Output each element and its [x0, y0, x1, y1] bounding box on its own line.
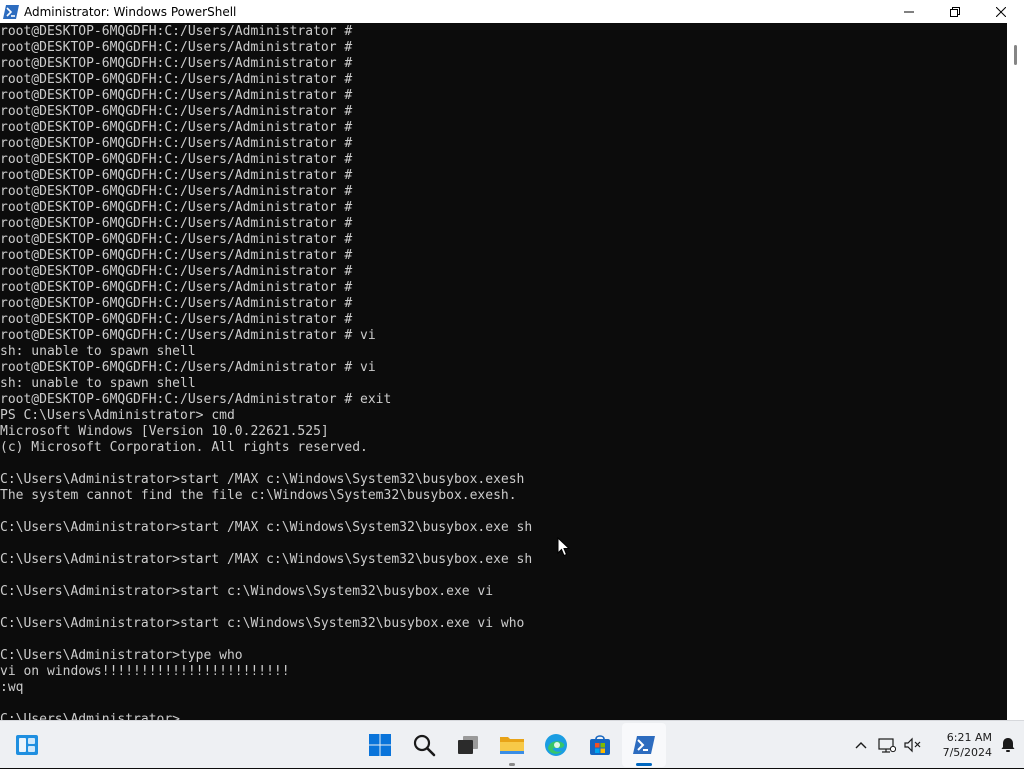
console-line: root@DESKTOP-6MQGDFH:C:/Users/Administra…	[0, 328, 376, 343]
console-line: root@DESKTOP-6MQGDFH:C:/Users/Administra…	[0, 72, 353, 87]
running-indicator	[509, 763, 515, 766]
close-icon	[996, 6, 1006, 17]
search-icon	[412, 733, 436, 757]
notifications-button[interactable]	[992, 730, 1024, 760]
console-line: root@DESKTOP-6MQGDFH:C:/Users/Administra…	[0, 24, 353, 39]
console-line: sh: unable to spawn shell	[0, 376, 196, 391]
console-line: Microsoft Windows [Version 10.0.22621.52…	[0, 424, 329, 439]
console-line: root@DESKTOP-6MQGDFH:C:/Users/Administra…	[0, 88, 353, 103]
taskbar-powershell-button[interactable]	[622, 723, 666, 767]
running-indicator	[636, 763, 652, 766]
console-line: root@DESKTOP-6MQGDFH:C:/Users/Administra…	[0, 40, 353, 55]
console-line: root@DESKTOP-6MQGDFH:C:/Users/Administra…	[0, 168, 353, 183]
console-lines: root@DESKTOP-6MQGDFH:C:/Users/Administra…	[0, 23, 1007, 720]
console-line: C:\Users\Administrator>start c:\Windows\…	[0, 584, 494, 599]
console-line: root@DESKTOP-6MQGDFH:C:/Users/Administra…	[0, 120, 353, 135]
show-hidden-icons-button[interactable]	[848, 730, 874, 760]
clock[interactable]: 6:21 AM 7/5/2024	[930, 730, 992, 760]
console-line: root@DESKTOP-6MQGDFH:C:/Users/Administra…	[0, 152, 353, 167]
console-line: root@DESKTOP-6MQGDFH:C:/Users/Administra…	[0, 312, 353, 327]
widgets-button[interactable]	[12, 730, 42, 760]
taskbar-edge-button[interactable]	[534, 723, 578, 767]
taskbar-store-button[interactable]	[578, 723, 622, 767]
minimize-icon	[904, 11, 914, 12]
edge-icon	[544, 733, 568, 757]
taskbar-search-button[interactable]	[402, 723, 446, 767]
notification-icon	[1001, 738, 1017, 752]
mouse-pointer-icon	[557, 537, 571, 557]
console-line: root@DESKTOP-6MQGDFH:C:/Users/Administra…	[0, 216, 353, 231]
clock-date: 7/5/2024	[942, 746, 992, 759]
console-line: root@DESKTOP-6MQGDFH:C:/Users/Administra…	[0, 264, 353, 279]
task-view-icon	[456, 733, 480, 757]
maximize-button[interactable]	[932, 0, 978, 23]
console-line: root@DESKTOP-6MQGDFH:C:/Users/Administra…	[0, 280, 353, 295]
console-line: root@DESKTOP-6MQGDFH:C:/Users/Administra…	[0, 232, 353, 247]
console-line: root@DESKTOP-6MQGDFH:C:/Users/Administra…	[0, 392, 392, 407]
console-line: root@DESKTOP-6MQGDFH:C:/Users/Administra…	[0, 184, 353, 199]
network-icon	[878, 738, 896, 753]
console-line: :wq	[0, 680, 24, 695]
system-tray: 6:21 AM 7/5/2024	[848, 721, 1024, 769]
taskbar-start-button[interactable]	[358, 723, 402, 767]
maximize-icon	[950, 6, 960, 17]
console-line: root@DESKTOP-6MQGDFH:C:/Users/Administra…	[0, 248, 353, 263]
console-line: C:\Users\Administrator>start /MAX c:\Win…	[0, 472, 525, 487]
console-line: root@DESKTOP-6MQGDFH:C:/Users/Administra…	[0, 200, 353, 215]
console-line: root@DESKTOP-6MQGDFH:C:/Users/Administra…	[0, 104, 353, 119]
close-button[interactable]	[978, 0, 1024, 23]
console-line: The system cannot find the file c:\Windo…	[0, 488, 517, 503]
console-prompt: C:\Users\Administrator>	[0, 712, 181, 720]
store-icon	[588, 733, 612, 757]
console-line: C:\Users\Administrator>start c:\Windows\…	[0, 616, 525, 631]
console-line: C:\Users\Administrator>start /MAX c:\Win…	[0, 520, 533, 535]
windows-start-icon	[368, 733, 392, 757]
network-button[interactable]	[874, 730, 900, 760]
taskbar-task-view-button[interactable]	[446, 723, 490, 767]
window-title: Administrator: Windows PowerShell	[24, 4, 237, 19]
console-line: PS C:\Users\Administrator> cmd	[0, 408, 235, 423]
powershell-icon	[632, 735, 656, 755]
console-line: root@DESKTOP-6MQGDFH:C:/Users/Administra…	[0, 360, 376, 375]
volume-button[interactable]	[900, 730, 926, 760]
clock-time: 6:21 AM	[946, 731, 992, 744]
console-line: C:\Users\Administrator>start /MAX c:\Win…	[0, 552, 533, 567]
folder-icon	[499, 734, 525, 756]
powershell-window[interactable]: Administrator: Windows PowerShell root@D…	[0, 0, 1024, 720]
console-line: root@DESKTOP-6MQGDFH:C:/Users/Administra…	[0, 136, 353, 151]
chevron-up-icon	[855, 742, 867, 749]
console-line: vi on windows!!!!!!!!!!!!!!!!!!!!!!!!	[0, 664, 290, 679]
console-prompt-line[interactable]: C:\Users\Administrator>	[0, 712, 1007, 720]
title-bar[interactable]: Administrator: Windows PowerShell	[0, 0, 1024, 23]
minimize-button[interactable]	[886, 0, 932, 23]
console-line: root@DESKTOP-6MQGDFH:C:/Users/Administra…	[0, 56, 353, 71]
console-line: root@DESKTOP-6MQGDFH:C:/Users/Administra…	[0, 296, 353, 311]
powershell-icon	[3, 4, 19, 20]
console-scrollbar[interactable]	[1007, 23, 1024, 720]
taskbar-file-explorer-button[interactable]	[490, 723, 534, 767]
taskbar: 6:21 AM 7/5/2024	[0, 720, 1024, 768]
console-line: sh: unable to spawn shell	[0, 344, 196, 359]
console-line: C:\Users\Administrator>type who	[0, 648, 243, 663]
volume-muted-icon	[904, 737, 921, 753]
console-output[interactable]: root@DESKTOP-6MQGDFH:C:/Users/Administra…	[0, 23, 1007, 720]
scrollbar-thumb[interactable]	[1014, 45, 1017, 65]
window-controls	[886, 0, 1024, 23]
taskbar-apps	[358, 721, 666, 769]
console-line: (c) Microsoft Corporation. All rights re…	[0, 440, 368, 455]
widgets-icon	[16, 735, 38, 755]
